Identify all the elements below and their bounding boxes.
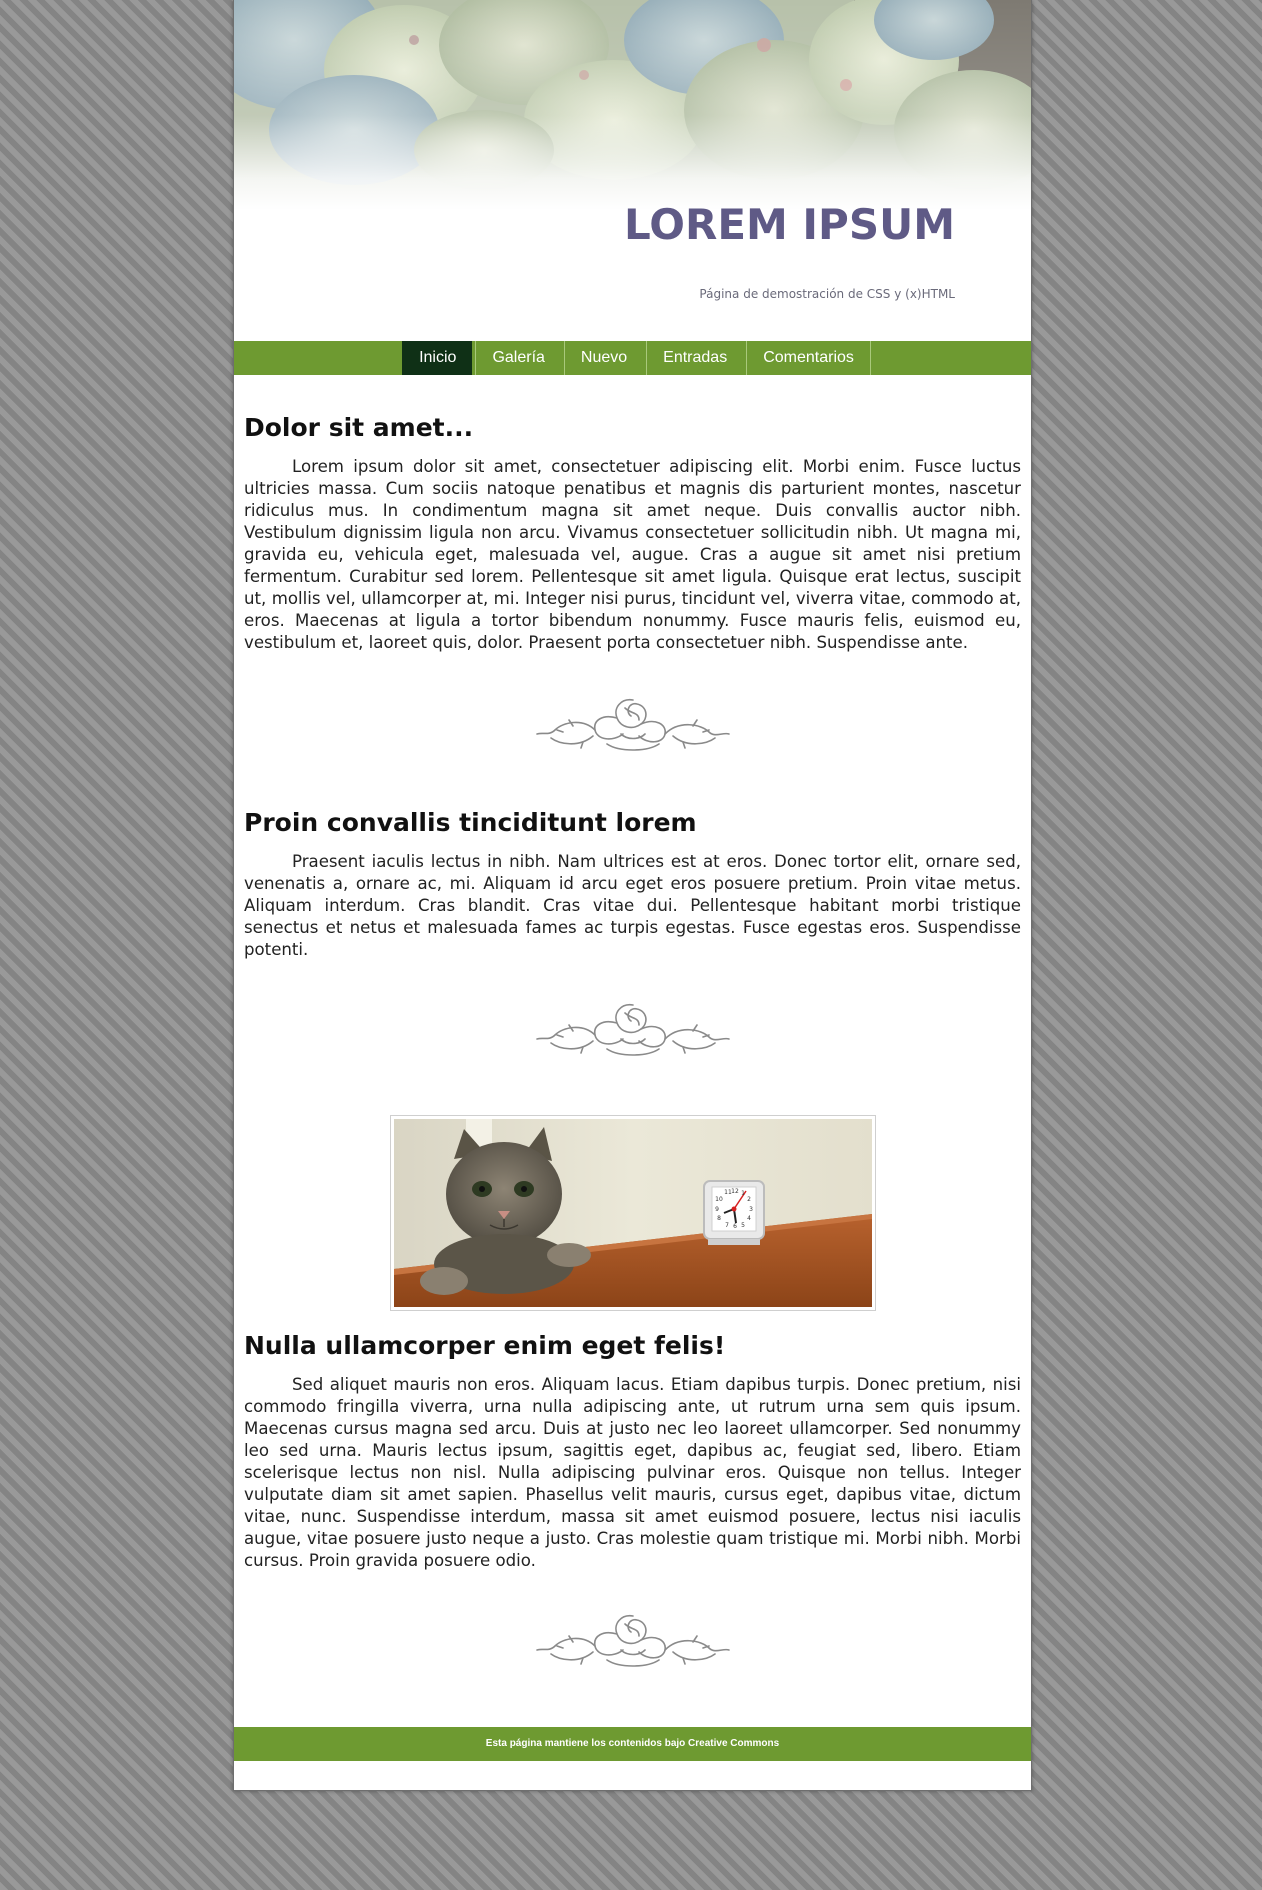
post: Dolor sit amet... Lorem ipsum dolor sit … — [244, 375, 1021, 654]
clock-number: 12 — [731, 1188, 739, 1195]
nav-item-comentarios[interactable]: Comentarios — [746, 341, 871, 375]
post-body: Praesent iaculis lectus in nibh. Nam ult… — [244, 852, 1021, 959]
post: Nulla ullamcorper enim eget felis! Sed a… — [244, 1311, 1021, 1572]
rose-ornament-divider — [535, 1003, 730, 1056]
rose-ornament-divider — [535, 1614, 730, 1667]
nav-item-inicio[interactable]: Inicio — [402, 341, 473, 375]
main-content: Dolor sit amet... Lorem ipsum dolor sit … — [234, 375, 1031, 1674]
post-title: Proin convallis tinciditunt lorem — [244, 808, 697, 837]
post-body: Lorem ipsum dolor sit amet, consectetuer… — [244, 457, 1021, 652]
hydrangea-header-image — [234, 0, 1031, 210]
clock-number: 8 — [717, 1215, 721, 1222]
clock-number: 3 — [749, 1206, 753, 1213]
rose-ornament-divider — [535, 698, 730, 751]
clock-number: 4 — [747, 1215, 751, 1222]
page-container: LOREM IPSUM Página de demostración de CS… — [233, 0, 1032, 1791]
clock-number: 9 — [715, 1206, 719, 1213]
site-header: LOREM IPSUM Página de demostración de CS… — [234, 0, 1031, 341]
kitten-photo-frame: 11 12 1 10 2 9 3 8 4 7 6 5 — [389, 1115, 876, 1311]
post-title: Nulla ullamcorper enim eget felis! — [244, 1331, 726, 1360]
nav-item-nuevo[interactable]: Nuevo — [563, 341, 643, 375]
post: Proin convallis tinciditunt lorem Praese… — [244, 758, 1021, 961]
clock-number: 1 — [741, 1190, 745, 1197]
clock-number: 10 — [715, 1196, 723, 1203]
post-title: Dolor sit amet... — [244, 413, 474, 442]
main-navigation: Inicio Galería Nuevo Entradas Comentario… — [234, 341, 1031, 375]
site-footer: Esta página mantiene los contenidos bajo… — [234, 1727, 1031, 1761]
clock-number: 6 — [733, 1223, 737, 1230]
nav-item-galeria[interactable]: Galería — [475, 341, 560, 375]
nav-list: Inicio Galería Nuevo Entradas Comentario… — [402, 341, 871, 375]
footer-license-text: Esta página mantiene los contenidos bajo… — [485, 1738, 780, 1749]
clock-number: 2 — [747, 1196, 751, 1203]
post-body: Sed aliquet mauris non eros. Aliquam lac… — [244, 1375, 1021, 1570]
clock-number: 7 — [725, 1222, 729, 1229]
site-title: LOREM IPSUM — [624, 200, 955, 249]
nav-item-entradas[interactable]: Entradas — [646, 341, 743, 375]
kitten-with-clock-photo: 11 12 1 10 2 9 3 8 4 7 6 5 — [393, 1119, 872, 1307]
clock-number: 5 — [741, 1222, 745, 1229]
site-subtitle: Página de demostración de CSS y (x)HTML — [699, 287, 955, 301]
